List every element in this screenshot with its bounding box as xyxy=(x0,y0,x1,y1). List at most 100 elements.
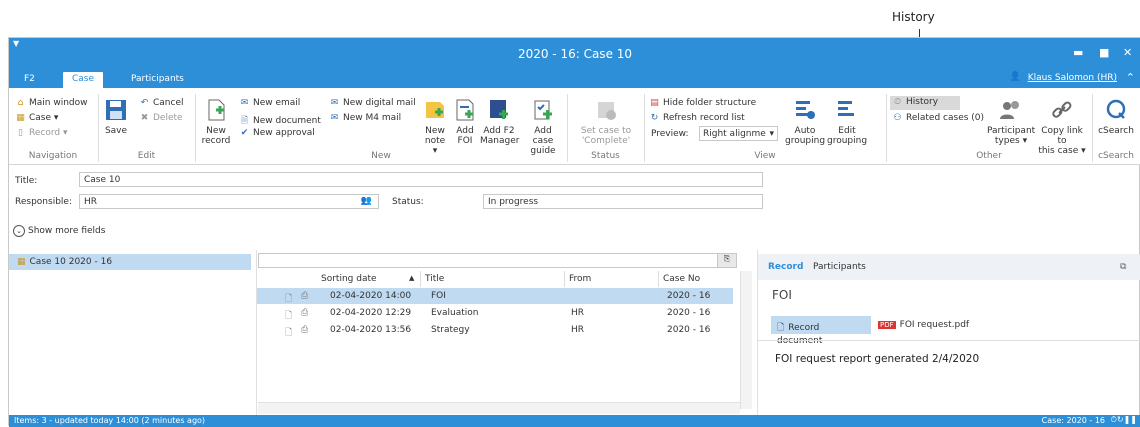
delete-button[interactable]: ✖ Delete xyxy=(139,113,183,123)
minimize-icon[interactable]: ▬ xyxy=(1073,46,1083,59)
cancel-button[interactable]: ↶ Cancel xyxy=(139,98,184,108)
tab-case[interactable]: Case xyxy=(63,72,104,88)
title-field[interactable]: Case 10 xyxy=(79,172,763,187)
complete-case-icon xyxy=(598,102,616,120)
new-note-button[interactable]: New note ▾ xyxy=(422,98,448,156)
pdf-icon: PDF xyxy=(878,321,896,329)
tab-record[interactable]: Record xyxy=(768,262,803,272)
f2-manager-icon xyxy=(490,100,508,119)
delete-icon: ✖ xyxy=(140,113,149,123)
table-row[interactable]: 🗋 ⎙ 02-04-2020 13:56 Strategy HR 2020 - … xyxy=(257,322,733,338)
collapse-ribbon-icon[interactable]: ⌃ xyxy=(1126,71,1135,84)
new-record-icon xyxy=(208,99,225,121)
related-cases-icon: ⚇ xyxy=(893,113,902,123)
tab-f2[interactable]: F2 xyxy=(15,72,44,88)
show-more-fields-button[interactable]: ⌄ Show more fields xyxy=(13,225,105,237)
set-case-complete-button[interactable]: Set case to 'Complete' xyxy=(573,98,639,146)
new-group-label: New xyxy=(371,151,391,161)
chevron-down-icon: ▾ xyxy=(769,129,774,139)
row-case: 2020 - 16 xyxy=(667,325,711,335)
approval-icon: ✔ xyxy=(240,128,249,138)
row-case: 2020 - 16 xyxy=(667,291,711,301)
horizontal-scrollbar[interactable] xyxy=(258,402,740,414)
status-label: Status: xyxy=(392,197,424,207)
tree-item-case[interactable]: ▦ Case 10 2020 - 16 xyxy=(9,254,251,270)
preview-tabs: Record Participants ⧉ xyxy=(758,254,1140,280)
participant-types-button[interactable]: Participant types ▾ xyxy=(987,98,1035,146)
status-field: In progress xyxy=(483,194,763,209)
column-header-date[interactable]: Sorting date ▲ xyxy=(321,271,421,287)
record-document-button[interactable]: 🗋 Record document xyxy=(771,316,871,346)
attachment-link[interactable]: PDF FOI request.pdf xyxy=(878,320,969,330)
record-search-input[interactable] xyxy=(258,253,732,268)
auto-grouping-button[interactable]: Auto grouping xyxy=(785,98,825,146)
edit-grouping-button[interactable]: Edit grouping xyxy=(827,98,867,146)
user-link[interactable]: Klaus Salomon (HR) xyxy=(1028,73,1117,83)
other-group-label: Other xyxy=(976,151,1002,161)
related-cases-button[interactable]: ⚇ Related cases (0) xyxy=(892,113,984,123)
add-f2-manager-button[interactable]: Add F2 Manager xyxy=(480,98,519,146)
tab-participants-preview[interactable]: Participants xyxy=(813,262,866,272)
case-menu-button[interactable]: ▦ Case ▾ xyxy=(15,113,58,123)
tab-participants[interactable]: Participants xyxy=(122,72,193,88)
hide-folder-structure-button[interactable]: ▤ Hide folder structure xyxy=(649,98,756,108)
search-options-icon[interactable]: ⎘ xyxy=(717,253,737,268)
foi-icon xyxy=(456,99,474,121)
new-digital-mail-button[interactable]: ✉ New digital mail xyxy=(329,98,416,108)
new-record-button[interactable]: New record xyxy=(201,98,231,146)
refresh-icon: ↻ xyxy=(650,113,659,123)
preview-body: FOI request report generated 2/4/2020 xyxy=(775,353,980,365)
column-header-case-no[interactable]: Case No xyxy=(663,271,733,287)
column-header-title[interactable]: Title xyxy=(425,271,565,287)
popout-icon[interactable]: ⧉ xyxy=(1120,262,1126,272)
record-menu-button[interactable]: ▯ Record ▾ xyxy=(15,128,67,138)
save-button[interactable]: Save xyxy=(103,98,129,136)
new-m4-mail-button[interactable]: ✉ New M4 mail xyxy=(329,113,401,123)
row-title: Strategy xyxy=(431,325,470,335)
new-email-button[interactable]: ✉ New email xyxy=(239,98,301,108)
user-icon: 👤 xyxy=(1009,72,1021,82)
m4-mail-icon: ✉ xyxy=(330,113,339,123)
table-row[interactable]: 🗋 ⎙ 02-04-2020 12:29 Evaluation HR 2020 … xyxy=(257,305,733,321)
table-row[interactable]: 🗋 ⎙ 02-04-2020 14:00 FOI 2020 - 16 xyxy=(257,288,733,304)
chevron-down-circle-icon: ⌄ xyxy=(13,225,25,237)
close-icon[interactable]: ✕ xyxy=(1123,46,1132,59)
ribbon-tab-bar: F2 Case Participants 👤 Klaus Salomon (HR… xyxy=(9,69,1140,88)
status-text: Items: 3 - updated today 14:00 (2 minute… xyxy=(14,416,206,425)
title-bar: ▼ 2020 - 16: Case 10 ▬ ■ ✕ xyxy=(9,38,1140,69)
add-foi-button[interactable]: Add FOI xyxy=(452,98,478,146)
ribbon: ⌂ Main window ▦ Case ▾ ▯ Record ▾ Navigatio… xyxy=(9,88,1140,165)
attachment-icon: ⎙ xyxy=(301,291,309,301)
attachment-icon: ⎙ xyxy=(301,325,309,335)
row-from: HR xyxy=(571,308,585,318)
csearch-button[interactable]: cSearch xyxy=(1097,98,1135,136)
search-icon xyxy=(1106,99,1126,119)
add-case-guide-button[interactable]: Add case guide xyxy=(523,98,563,156)
row-from: HR xyxy=(571,325,585,335)
case-guide-icon xyxy=(534,100,552,120)
column-header-from[interactable]: From xyxy=(569,271,659,287)
participants-icon xyxy=(1000,101,1019,119)
divider xyxy=(758,340,1140,341)
new-document-button[interactable]: 🗎 New document xyxy=(239,113,321,129)
edit-grouping-icon xyxy=(838,101,854,116)
row-case: 2020 - 16 xyxy=(667,308,711,318)
refresh-record-list-button[interactable]: ↻ Refresh record list xyxy=(649,113,745,123)
new-approval-button[interactable]: ✔ New approval xyxy=(239,128,315,138)
maximize-icon[interactable]: ■ xyxy=(1099,46,1109,59)
main-window-button[interactable]: ⌂ Main window xyxy=(15,98,88,108)
row-title: Evaluation xyxy=(431,308,479,318)
copy-link-button[interactable]: Copy link to this case ▾ xyxy=(1037,98,1087,156)
document-icon: 🗋 xyxy=(777,323,785,333)
auto-grouping-icon xyxy=(796,101,815,119)
vertical-scrollbar[interactable] xyxy=(740,271,752,409)
participants-picker-icon[interactable]: 👥 xyxy=(361,196,372,206)
save-icon xyxy=(106,100,126,120)
history-button[interactable]: ⏲ History xyxy=(890,96,960,110)
responsible-field[interactable]: HR 👥 xyxy=(79,194,379,209)
csearch-group-label: cSearch xyxy=(1098,151,1134,161)
email-icon: ✉ xyxy=(240,98,249,108)
link-icon xyxy=(1052,101,1072,118)
preview-select[interactable]: Right alignme ▾ xyxy=(699,126,778,141)
case-icon: ▦ xyxy=(17,257,26,267)
